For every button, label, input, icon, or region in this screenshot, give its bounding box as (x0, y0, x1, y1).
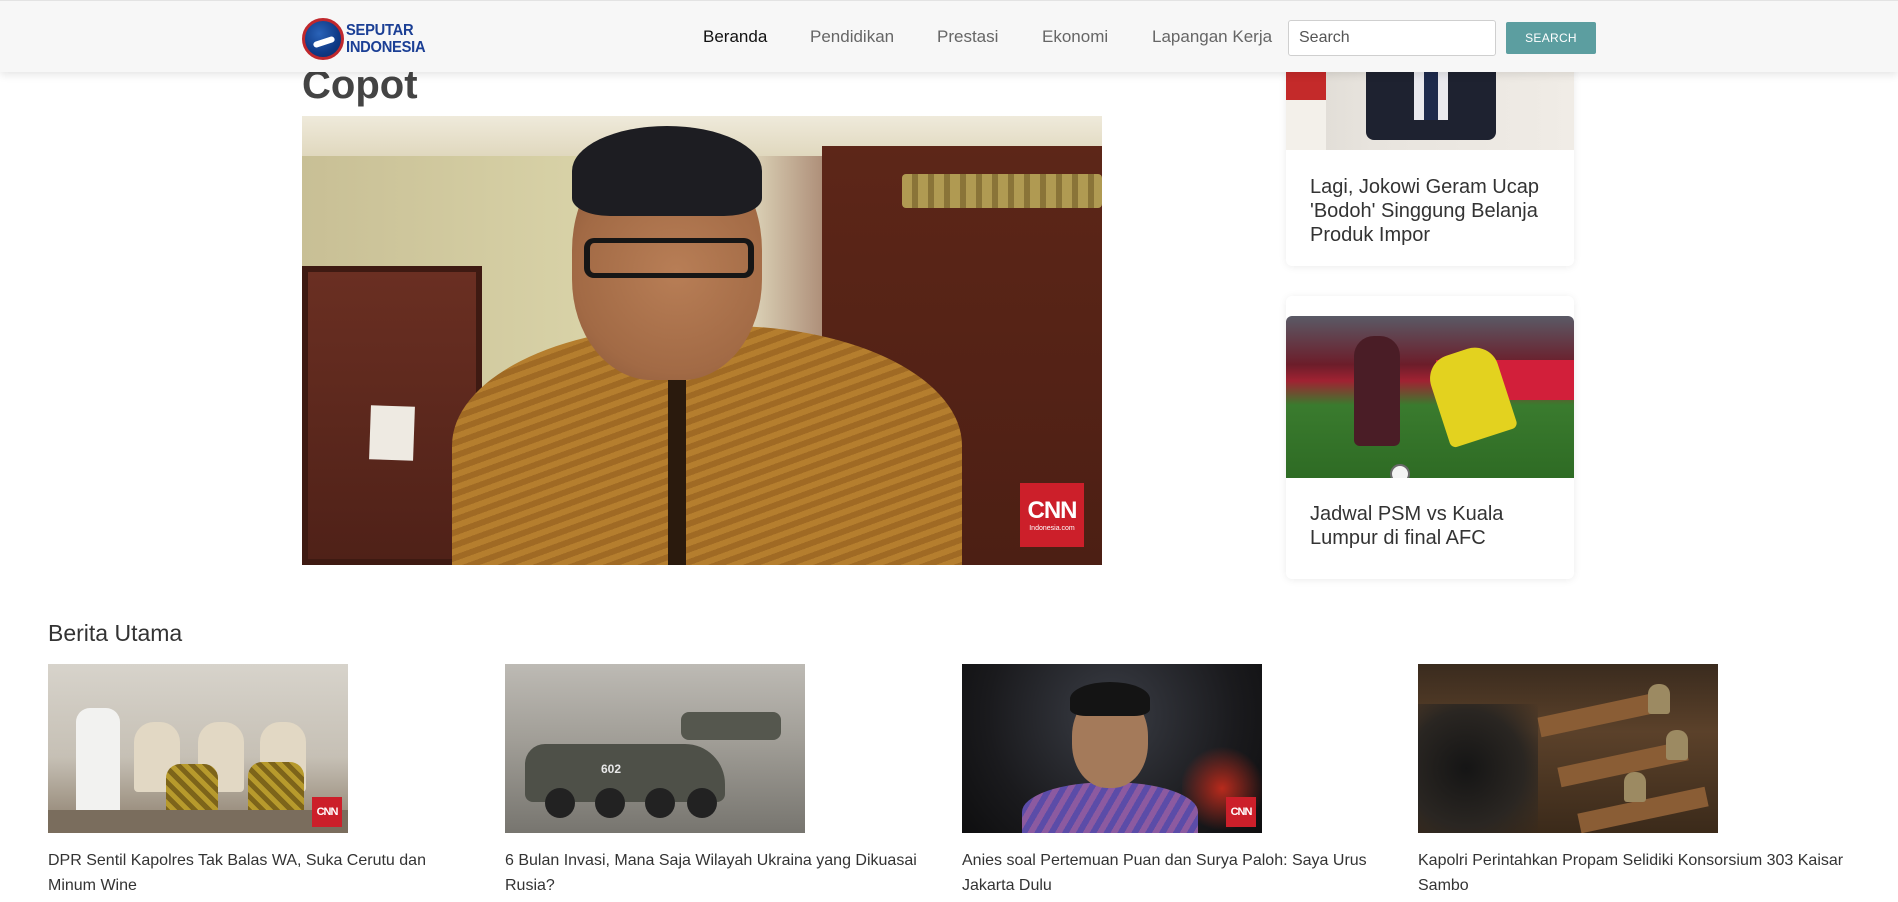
sidebar-card-title[interactable]: Lagi, Jokowi Geram Ucap 'Bodoh' Singgung… (1310, 175, 1555, 247)
sidebar-card-image[interactable]: SE (1286, 316, 1574, 478)
image-foreground-blur (1418, 704, 1538, 833)
news-thumbnail[interactable]: CNN (962, 664, 1262, 833)
cnn-badge-sub: Indonesia.com (1029, 524, 1075, 532)
news-thumbnail[interactable]: 602 (505, 664, 805, 833)
flag-white-stripe (1286, 100, 1326, 150)
cnn-logo-icon: CNN (312, 797, 342, 827)
hero-notice-paper (369, 405, 415, 461)
search-input[interactable] (1288, 20, 1496, 56)
image-hair (1070, 682, 1150, 716)
nav-item-ekonomi[interactable]: Ekonomi (1042, 27, 1108, 47)
image-player-yellow (1423, 341, 1519, 449)
nav-item-pendidikan[interactable]: Pendidikan (810, 27, 894, 47)
nav-item-beranda[interactable]: Beranda (703, 27, 767, 47)
image-wheel (645, 788, 675, 818)
logo-line-2: INDONESIA (346, 39, 426, 56)
news-caption[interactable]: Anies soal Pertemuan Puan dan Surya Palo… (962, 848, 1392, 898)
sidebar-card-image[interactable] (1286, 60, 1574, 150)
sidebar-card[interactable]: Lagi, Jokowi Geram Ucap 'Bodoh' Singgung… (1286, 60, 1574, 266)
globe-logo-icon (302, 18, 344, 60)
cnn-logo-icon: CNN Indonesia.com (1020, 483, 1084, 547)
news-caption[interactable]: Kapolri Perintahkan Propam Selidiki Kons… (1418, 848, 1848, 898)
site-header: SEPUTAR INDONESIA Beranda Pendidikan Pre… (0, 0, 1898, 72)
vehicle-number: 602 (601, 762, 622, 776)
cnn-badge-word: CNN (316, 805, 339, 818)
news-caption[interactable]: 6 Bulan Invasi, Mana Saja Wilayah Ukrain… (505, 848, 935, 898)
cnn-badge-word: CNN (1230, 805, 1253, 818)
image-wheel (545, 788, 575, 818)
image-officer (1666, 730, 1688, 760)
image-wheel (595, 788, 625, 818)
hero-ornament (902, 174, 1102, 208)
logo-line-1: SEPUTAR (346, 22, 414, 39)
image-player-red (1354, 336, 1400, 446)
site-logo[interactable]: SEPUTAR INDONESIA (302, 17, 432, 61)
image-football (1390, 464, 1410, 478)
image-wheel (687, 788, 717, 818)
nav-item-prestasi[interactable]: Prestasi (937, 27, 998, 47)
sidebar-card-title[interactable]: Jadwal PSM vs Kuala Lumpur di final AFC (1310, 502, 1555, 550)
image-batik-shirt (1022, 782, 1198, 833)
hero-glasses (584, 238, 754, 278)
search-button[interactable]: SEARCH (1506, 22, 1596, 54)
article-hero-image: CNN Indonesia.com (302, 116, 1102, 565)
cnn-logo-icon: CNN (1226, 797, 1256, 827)
hero-person-hair (572, 126, 762, 216)
nav-item-lapangan-kerja[interactable]: Lapangan Kerja (1152, 27, 1272, 47)
section-title-berita-utama: Berita Utama (48, 620, 183, 646)
image-officer (1624, 772, 1646, 802)
image-tank (681, 712, 781, 740)
cnn-badge-word: CNN (1027, 496, 1078, 524)
image-table (48, 810, 348, 833)
news-thumbnail[interactable] (1418, 664, 1718, 833)
sidebar-card[interactable]: SE Jadwal PSM vs Kuala Lumpur di final A… (1286, 296, 1574, 579)
logo-text: SEPUTAR INDONESIA (346, 22, 426, 56)
news-thumbnail[interactable]: CNN (48, 664, 348, 833)
news-caption[interactable]: DPR Sentil Kapolres Tak Balas WA, Suka C… (48, 848, 478, 898)
image-person-standing (76, 708, 120, 818)
image-officer (1648, 684, 1670, 714)
